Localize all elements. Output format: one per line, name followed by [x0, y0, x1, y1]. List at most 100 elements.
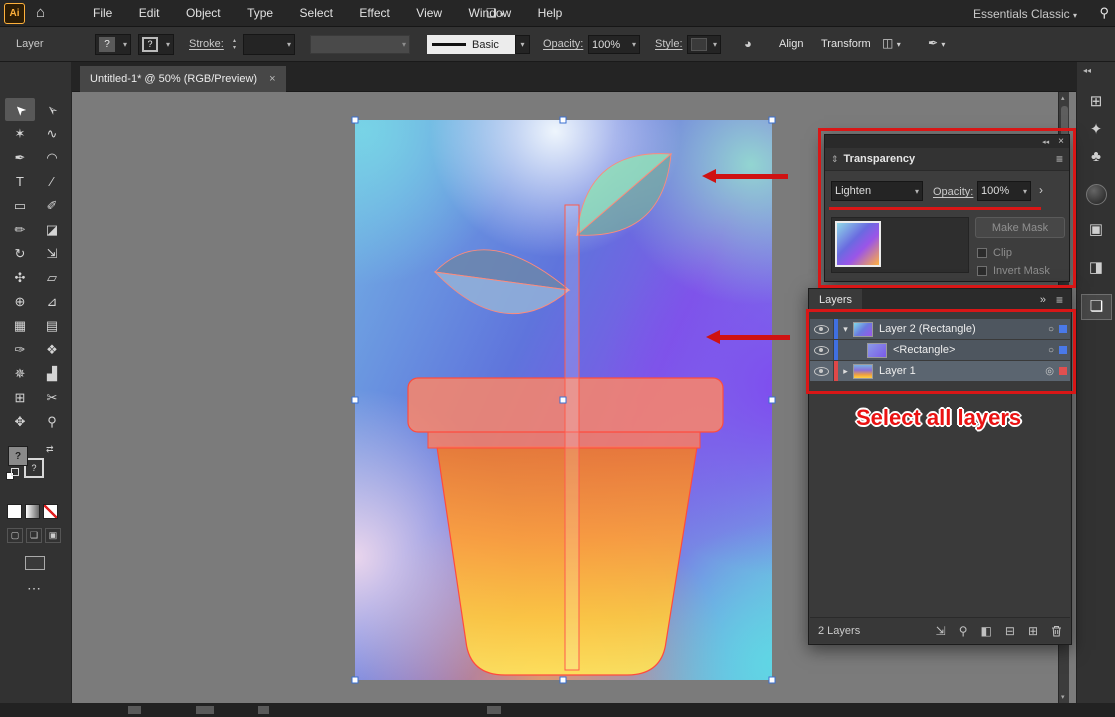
panel-opacity-combo[interactable]: 100%▾ — [977, 181, 1031, 201]
bottom-bar[interactable] — [0, 703, 1115, 717]
menu-file[interactable]: File — [82, 0, 123, 27]
layer-name[interactable]: Layer 1 — [879, 365, 916, 377]
layer-name[interactable]: Layer 2 (Rectangle) — [879, 323, 976, 335]
selection-handle-sw[interactable] — [352, 677, 359, 684]
target-icon[interactable]: ◎ — [1045, 366, 1054, 377]
layer-row-layer2[interactable]: ▾ Layer 2 (Rectangle) ○ — [810, 319, 1070, 339]
selection-indicator[interactable] — [1059, 325, 1067, 333]
opacity-arrow-icon[interactable]: › — [1039, 183, 1043, 197]
layer-thumbnail[interactable] — [853, 322, 873, 337]
make-clip-mask-icon[interactable]: ◧ — [981, 624, 992, 638]
visibility-toggle[interactable] — [810, 361, 834, 381]
selection-handle-n[interactable] — [560, 117, 567, 124]
layers-menu-icon[interactable]: ≡ — [1056, 293, 1063, 307]
home-icon[interactable]: ⌂ — [36, 4, 45, 21]
menu-help[interactable]: Help — [527, 0, 574, 27]
menu-edit[interactable]: Edit — [128, 0, 171, 27]
clip-checkbox[interactable]: Clip — [977, 247, 1012, 259]
brush-definition-combo[interactable]: ▾ — [310, 35, 410, 54]
stroke-style-combo[interactable]: Basic ▾ — [427, 35, 531, 54]
visibility-toggle[interactable] — [810, 319, 834, 339]
paintbrush-tool[interactable]: ✐ — [37, 194, 67, 217]
expand-chevron[interactable]: ▾ — [838, 324, 853, 335]
invert-mask-checkbox[interactable]: Invert Mask — [977, 265, 1050, 277]
selection-handle-ne[interactable] — [769, 117, 776, 124]
style-combo[interactable]: ▾ — [687, 35, 721, 54]
lasso-tool[interactable]: ∿ — [37, 122, 67, 145]
zoom-tool[interactable]: ⚲ — [37, 410, 67, 433]
draw-inside-button[interactable]: ▣ — [45, 528, 61, 543]
search-icon[interactable]: ⚲ — [1099, 5, 1109, 21]
align-button[interactable]: Align — [779, 38, 803, 50]
expand-chevron[interactable]: ▸ — [838, 366, 853, 377]
symbols-panel-icon[interactable]: ♣ — [1077, 148, 1115, 165]
scroll-down-icon[interactable]: ▾ — [1061, 693, 1065, 701]
selection-handle-nw[interactable] — [352, 117, 359, 124]
bottom-bar-item[interactable] — [487, 706, 501, 714]
pen-tool[interactable]: ✒ — [5, 146, 35, 169]
perspective-grid-tool[interactable]: ⊿ — [37, 290, 67, 313]
pencil-tool[interactable]: ✏ — [5, 218, 35, 241]
target-icon[interactable]: ○ — [1048, 324, 1054, 335]
stroke-swatch-combo[interactable]: ?▾ — [138, 34, 174, 55]
shape-builder-tool[interactable]: ⊕ — [5, 290, 35, 313]
transform-button[interactable]: Transform — [821, 38, 871, 50]
selection-handle-e[interactable] — [769, 397, 776, 404]
delete-layer-icon[interactable] — [1051, 625, 1062, 637]
layer-row-layer1[interactable]: ▸ Layer 1 ◎ — [810, 361, 1070, 381]
blend-mode-select[interactable]: Lighten▾ — [831, 181, 923, 201]
gradient-tool[interactable]: ▤ — [37, 314, 67, 337]
opacity-combo[interactable]: 100%▾ — [588, 35, 640, 54]
target-icon[interactable]: ○ — [1048, 345, 1054, 356]
recolor-artwork-icon[interactable]: ◕ — [744, 36, 752, 51]
stroke-width-stepper[interactable]: ▴▾ — [229, 34, 240, 55]
swap-fill-stroke-icon[interactable]: ⇄ — [46, 444, 54, 455]
libraries-panel-icon[interactable]: ✦ — [1077, 120, 1115, 138]
selection-handle-center[interactable] — [560, 397, 567, 404]
gradient-panel-icon[interactable]: ◨ — [1077, 258, 1115, 276]
layers-tab[interactable]: Layers — [809, 289, 862, 311]
clip-checkbox-box[interactable] — [977, 248, 987, 258]
color-panel-icon[interactable] — [1086, 184, 1107, 205]
line-segment-tool[interactable]: ∕ — [37, 170, 67, 193]
swatches-panel-icon[interactable]: ▣ — [1077, 220, 1115, 238]
close-panel-icon[interactable]: × — [1058, 137, 1064, 147]
mesh-tool[interactable]: ▦ — [5, 314, 35, 337]
fill-color-box[interactable]: ? — [8, 446, 28, 466]
gradient-swatch-button[interactable] — [25, 504, 40, 519]
drawing-options-icon[interactable]: ✒ ▾ — [928, 36, 945, 50]
selection-handle-w[interactable] — [352, 397, 359, 404]
curvature-tool[interactable]: ◠ — [37, 146, 67, 169]
pot-lip[interactable] — [428, 432, 700, 448]
transparency-tab[interactable]: Transparency — [844, 153, 916, 165]
hand-tool[interactable]: ✥ — [5, 410, 35, 433]
selection-tool[interactable]: ➤ — [5, 98, 35, 121]
collapse-panel-icon[interactable]: ◂◂ — [1042, 138, 1049, 146]
symbol-sprayer-tool[interactable]: ✵ — [5, 362, 35, 385]
layer-thumbnail[interactable] — [867, 343, 887, 358]
panel-title-bar[interactable]: ◂◂ × — [825, 135, 1069, 148]
layers-expand-icon[interactable]: » — [1040, 294, 1046, 306]
artboard-tool[interactable]: ⊞ — [5, 386, 35, 409]
make-mask-button[interactable]: Make Mask — [975, 217, 1065, 238]
stroke-width-combo[interactable]: ▾ — [243, 34, 295, 55]
layer-row-rectangle[interactable]: <Rectangle> ○ — [810, 340, 1070, 360]
rectangle-tool[interactable]: ▭ — [5, 194, 35, 217]
selection-indicator[interactable] — [1059, 346, 1067, 354]
artboards-panel-icon[interactable]: ⊞ — [1077, 92, 1115, 110]
none-swatch-button[interactable] — [43, 504, 58, 519]
selection-handle-s[interactable] — [560, 677, 567, 684]
type-tool[interactable]: T — [5, 170, 35, 193]
app-logo[interactable]: Ai — [4, 3, 25, 24]
menu-select[interactable]: Select — [289, 0, 344, 27]
stem[interactable] — [565, 205, 579, 670]
tab-close-icon[interactable]: × — [269, 73, 275, 85]
menu-effect[interactable]: Effect — [348, 0, 400, 27]
bottom-bar-item[interactable] — [258, 706, 269, 714]
menu-object[interactable]: Object — [175, 0, 232, 27]
selection-indicator[interactable] — [1059, 367, 1067, 375]
edit-toolbar-ellipsis[interactable]: ⋯ — [27, 580, 41, 597]
menu-view[interactable]: View — [405, 0, 453, 27]
layer-name[interactable]: <Rectangle> — [893, 344, 955, 356]
visibility-toggle[interactable] — [810, 340, 834, 360]
